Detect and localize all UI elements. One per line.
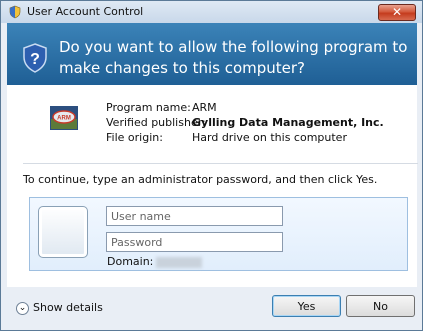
file-origin-label: File origin: [106,131,163,144]
dialog-footer: ⌄ Show details Yes No [1,287,422,332]
prompt-question: Do you want to allow the following progr… [59,38,408,77]
show-details-button[interactable]: ⌄ Show details [16,301,103,315]
username-input[interactable] [106,206,283,226]
separator [23,163,418,164]
publisher-value: Gylling Data Management, Inc. [192,116,384,129]
instruction-text: To continue, type an administrator passw… [23,173,378,186]
domain-row: Domain: [107,255,203,268]
window-title: User Account Control [27,5,144,18]
program-icon: ARM [50,106,78,130]
svg-text:ARM: ARM [57,116,71,122]
yes-button[interactable]: Yes [272,295,341,317]
domain-value-redacted [156,256,203,268]
dialog-content: ARM Program name:ARM Verified publisher:… [7,85,418,287]
file-origin-row: File origin: Hard drive on this computer [106,130,384,145]
publisher-label: Verified publisher: [106,116,206,129]
domain-label: Domain: [107,255,154,268]
chevron-down-icon: ⌄ [16,301,29,315]
credential-panel: Domain: [29,197,408,271]
show-details-label: Show details [33,301,103,314]
program-name-value: ARM [192,101,217,114]
file-origin-value: Hard drive on this computer [192,131,347,144]
no-button[interactable]: No [346,295,415,317]
publisher-row: Verified publisher:Gylling Data Manageme… [106,115,384,130]
svg-text:?: ? [30,51,40,68]
question-shield-icon: ? [23,43,47,73]
title-bar[interactable]: User Account Control ✕ [1,1,422,23]
program-info: Program name:ARM Verified publisher:Gyll… [106,100,384,145]
user-tile-icon [38,206,88,258]
program-name-row: Program name:ARM [106,100,384,115]
prompt-header: ? Do you want to allow the following pro… [7,23,417,85]
uac-shield-icon [9,5,21,19]
close-button[interactable]: ✕ [378,4,416,21]
program-name-label: Program name: [106,101,191,114]
password-input[interactable] [106,232,283,252]
close-icon: ✕ [391,5,403,19]
uac-dialog: User Account Control ✕ ? Do you want to … [0,0,423,331]
